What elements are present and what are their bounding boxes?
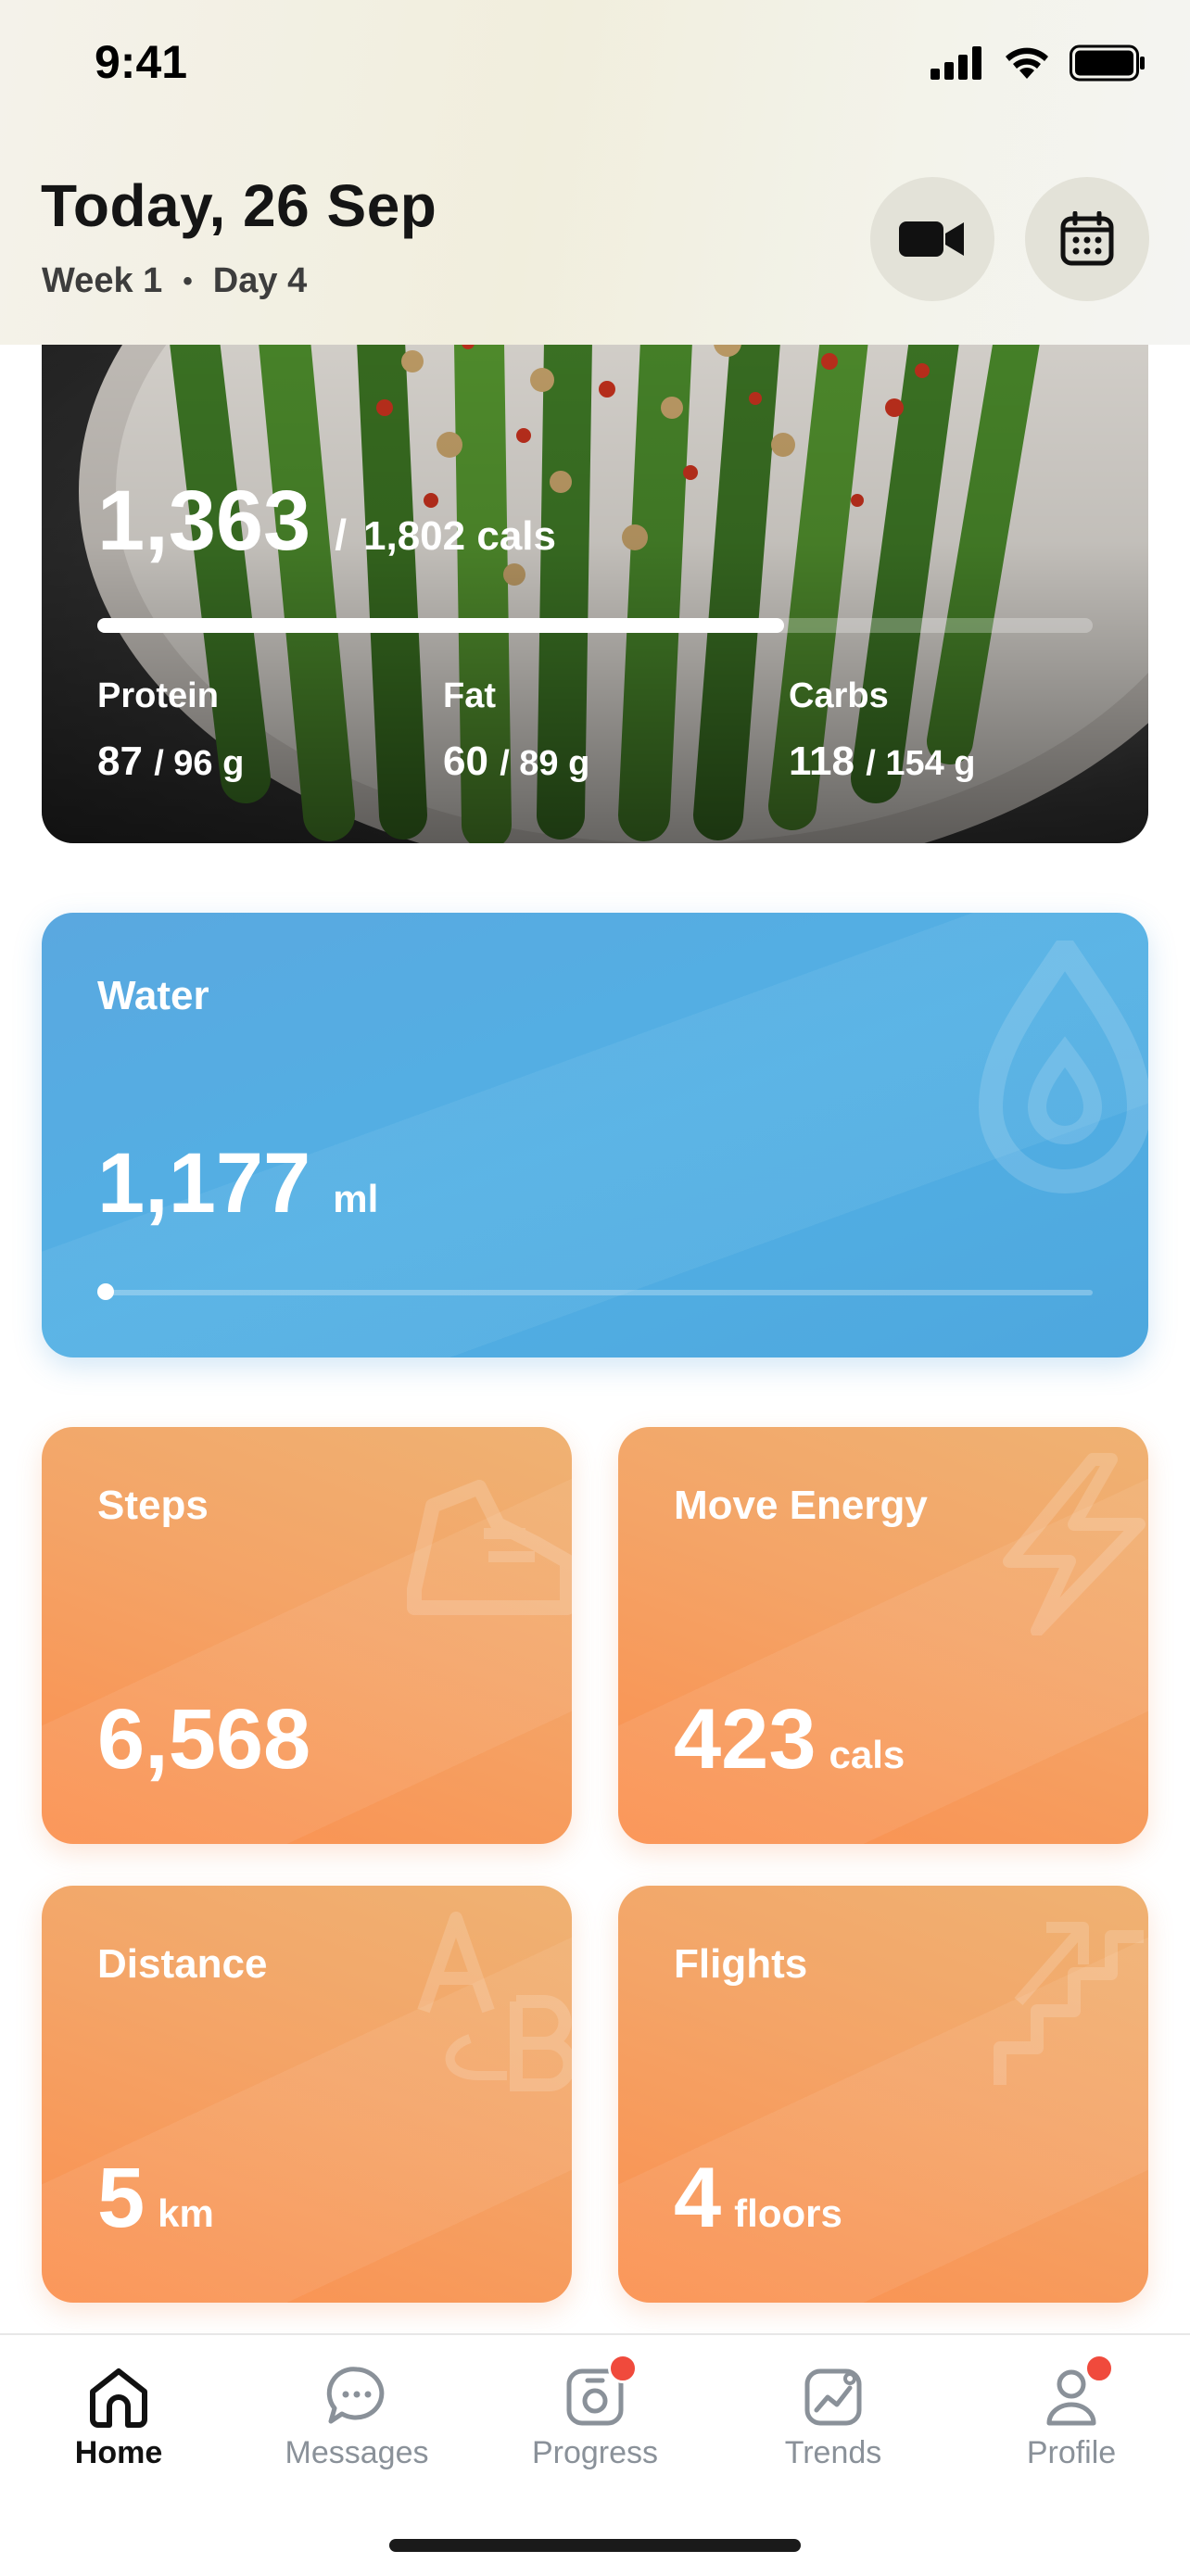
water-card[interactable]: Water 1,177 ml	[42, 913, 1148, 1357]
header: 9:41 Today, 26 Sep Week 1 • Day 4	[0, 0, 1190, 345]
tab-label: Home	[74, 2435, 163, 2470]
macro-label: Carbs	[789, 676, 889, 715]
battery-icon	[1070, 44, 1145, 82]
lightning-icon	[1003, 1453, 1146, 1635]
chat-bubble-icon	[326, 2367, 385, 2424]
home-indicator	[389, 2539, 801, 2552]
move-energy-card[interactable]: Move Energy 423 cals	[618, 1427, 1148, 1844]
water-progress-knob	[97, 1283, 114, 1300]
calendar-button[interactable]	[1025, 177, 1149, 301]
water-label: Water	[97, 973, 209, 1018]
calorie-progress-bar	[97, 618, 1093, 633]
flights-label: Flights	[674, 1941, 808, 1987]
macro-label: Protein	[97, 676, 219, 715]
move-energy-value: 423	[674, 1692, 817, 1787]
home-icon	[90, 2368, 147, 2428]
move-energy-label: Move Energy	[674, 1483, 928, 1528]
calendar-icon	[1060, 211, 1114, 266]
tab-label: Messages	[285, 2435, 429, 2470]
page-title: Today, 26 Sep	[41, 172, 437, 239]
sneaker-icon	[407, 1480, 572, 1615]
wifi-icon	[1006, 47, 1048, 79]
calorie-progress-fill	[97, 618, 785, 633]
day-label: Day 4	[212, 261, 308, 300]
flights-amount: 4 floors	[674, 2150, 842, 2247]
distance-amount: 5 km	[97, 2150, 214, 2247]
distance-card[interactable]: Distance 5 km	[42, 1886, 572, 2303]
status-icons	[930, 44, 1146, 82]
calories-goal: 1,802 cals	[363, 513, 556, 559]
steps-value: 6,568	[97, 1692, 311, 1787]
profile-notification-badge	[1084, 2354, 1114, 2383]
distance-unit: km	[158, 2191, 214, 2235]
tab-label: Trends	[784, 2435, 882, 2470]
macro-value: 87	[97, 739, 143, 784]
tab-label: Progress	[531, 2435, 659, 2470]
macro-protein: Protein 87 / 96 g	[97, 676, 244, 785]
macro-carbs: Carbs 118 / 154 g	[789, 676, 976, 785]
a-to-b-icon	[417, 1912, 572, 2091]
water-drop-icon	[978, 941, 1148, 1193]
distance-value: 5	[97, 2151, 146, 2245]
flights-value: 4	[674, 2151, 722, 2245]
progress-notification-badge	[608, 2354, 638, 2383]
calorie-summary: 1,363 / 1,802 cals	[97, 473, 556, 570]
separator-dot: •	[183, 265, 193, 297]
tab-label: Profile	[1026, 2435, 1117, 2470]
macro-value: 60	[443, 739, 488, 784]
macro-total: / 89 g	[500, 744, 590, 783]
distance-label: Distance	[97, 1941, 268, 1987]
macro-value: 118	[789, 739, 855, 784]
calories-slash: /	[335, 511, 348, 559]
move-energy-unit: cals	[829, 1733, 905, 1776]
stairs-icon	[994, 1922, 1144, 2085]
macro-total: / 154 g	[866, 744, 976, 783]
cellular-signal-icon	[930, 46, 981, 80]
macro-total: / 96 g	[154, 744, 245, 783]
video-camera-icon	[899, 221, 964, 257]
video-call-button[interactable]	[870, 177, 994, 301]
steps-card[interactable]: Steps 6,568	[42, 1427, 572, 1844]
status-time: 9:41	[95, 36, 188, 88]
water-progress-bar	[97, 1290, 1093, 1295]
steps-amount: 6,568	[97, 1691, 323, 1788]
flights-unit: floors	[734, 2191, 842, 2235]
calories-consumed: 1,363	[97, 474, 311, 568]
flights-card[interactable]: Flights 4 floors	[618, 1886, 1148, 2303]
macro-fat: Fat 60 / 89 g	[443, 676, 589, 785]
water-amount: 1,177 ml	[97, 1135, 378, 1232]
move-energy-amount: 423 cals	[674, 1691, 905, 1788]
steps-label: Steps	[97, 1483, 209, 1528]
macro-label: Fat	[443, 676, 496, 715]
week-day-subtitle: Week 1 • Day 4	[42, 261, 307, 301]
water-unit: ml	[333, 1177, 379, 1220]
trend-chart-icon	[804, 2368, 862, 2426]
water-value: 1,177	[97, 1136, 311, 1231]
week-label: Week 1	[42, 261, 163, 300]
